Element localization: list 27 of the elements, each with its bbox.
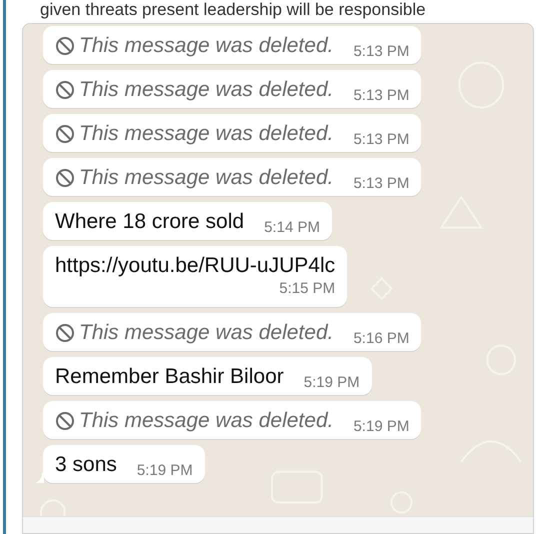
deleted-icon [55,124,75,144]
deleted-icon [55,36,75,56]
deleted-message-text: This message was deleted. [55,32,334,60]
message-time: 5:13 PM [353,175,410,194]
message-link[interactable]: https://youtu.be/RUU-uJUP4lc [55,252,336,280]
message-text: Where 18 crore sold [55,209,244,235]
message-time: 5:19 PM [353,418,410,437]
message-time: 5:13 PM [353,87,410,106]
deleted-message-text: This message was deleted. [55,407,334,435]
deleted-icon [55,411,75,431]
message-time: 5:13 PM [353,43,410,62]
caption-text: given threats present leadership will be responsible [40,0,426,20]
deleted-message-text: This message was deleted. [55,319,334,347]
deleted-icon [55,168,75,188]
message-time: 5:19 PM [136,462,193,481]
message-time: 5:19 PM [304,374,360,393]
message-text: Remember Bashir Biloor [55,364,284,390]
deleted-icon [55,323,75,343]
message-time: 5:15 PM [279,280,336,299]
deleted-message-text: This message was deleted. [55,76,334,104]
message-time: 5:13 PM [353,131,410,150]
message-time: 5:16 PM [353,330,410,349]
deleted-message-text: This message was deleted. [55,164,334,192]
deleted-message-text: This message was deleted. [55,120,334,148]
message-time: 5:14 PM [264,219,320,238]
deleted-icon [55,80,75,100]
message-text: 3 sons [55,452,117,478]
